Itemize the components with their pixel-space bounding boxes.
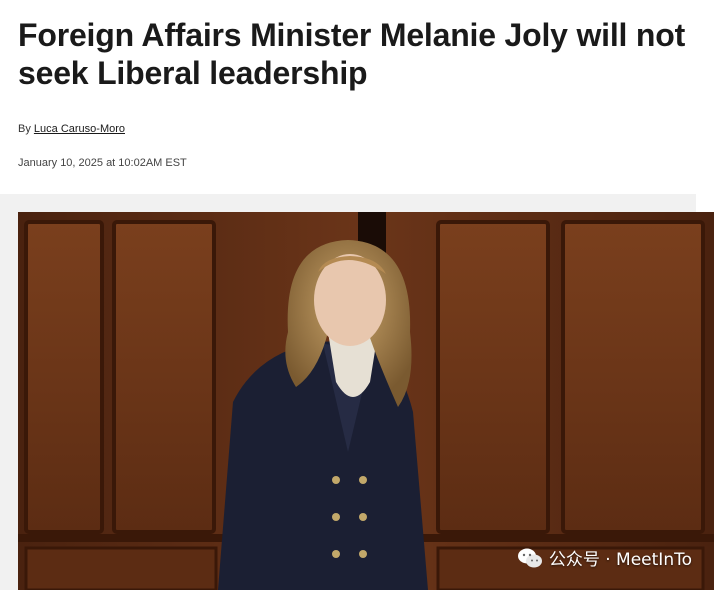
byline: By Luca Caruso-Moro [18, 123, 125, 135]
article-headline: Foreign Affairs Minister Melanie Joly wi… [18, 17, 686, 91]
photo-illustration [18, 212, 714, 590]
watermark: 公众号 · MeetInTo [517, 545, 692, 570]
article: Foreign Affairs Minister Melanie Joly wi… [0, 0, 718, 590]
wechat-icon [517, 548, 542, 567]
author-link[interactable]: Luca Caruso-Moro [34, 123, 125, 135]
publish-date: January 10, 2025 at 10:02AM EST [18, 157, 187, 169]
watermark-text: 公众号 · MeetInTo [548, 550, 692, 570]
byline-prefix: By [18, 123, 31, 135]
article-photo: 公众号 · MeetInTo [18, 212, 714, 590]
